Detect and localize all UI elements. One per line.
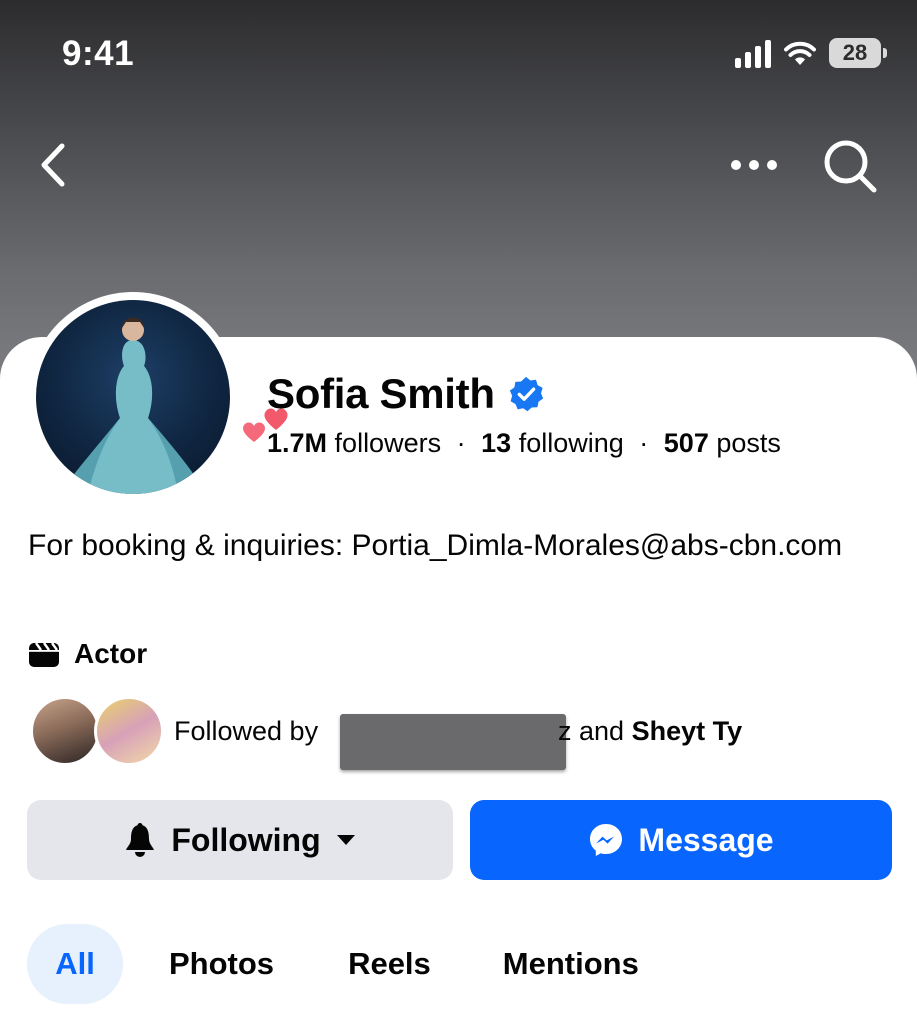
wifi-icon (784, 41, 816, 65)
chevron-left-icon[interactable] (34, 140, 74, 190)
followers-count[interactable]: 1.7M (267, 428, 327, 458)
battery-icon: 28 (829, 38, 887, 68)
more-dots-icon[interactable] (726, 145, 782, 185)
profile-name: Sofia Smith (267, 370, 495, 417)
followed-by-and: z and (558, 716, 625, 746)
tab-photos[interactable]: Photos (169, 946, 274, 982)
mutual-follower-avatar[interactable] (30, 696, 100, 766)
profile-avatar[interactable] (36, 300, 230, 494)
redacted-name-block (340, 714, 566, 770)
profile-stats: 1.7M followers · 13 following · 507 post… (267, 428, 781, 459)
caret-down-icon (336, 835, 355, 845)
status-indicators: 28 (735, 38, 887, 68)
stats-separator: · (639, 428, 649, 458)
profile-screen: 9:41 28 Sofia Smith 1.7M followers · 13 … (0, 0, 917, 1024)
profile-tabs: All Photos Reels Mentions (27, 924, 639, 1004)
avatar-figure-icon (60, 317, 206, 494)
following-button[interactable]: Following (27, 800, 453, 880)
message-button-label: Message (638, 821, 774, 858)
tab-all[interactable]: All (27, 924, 123, 1004)
mutual-followers-row[interactable]: Followed by z and Sheyt Ty (30, 696, 890, 770)
clapperboard-icon (29, 642, 59, 667)
following-count[interactable]: 13 (481, 428, 511, 458)
followed-by-tail: z and Sheyt Ty (558, 716, 742, 747)
cellular-signal-icon (735, 38, 771, 68)
battery-level: 28 (842, 40, 868, 65)
posts-count: 507 (663, 428, 709, 458)
profile-bio: For booking & inquiries: Portia_Dimla-Mo… (28, 529, 843, 562)
mutual-follower-avatar[interactable] (94, 696, 164, 766)
messenger-icon (590, 824, 623, 856)
stats-separator: · (456, 428, 466, 458)
followed-by-label: Followed by (174, 716, 319, 746)
posts-label: posts (716, 428, 781, 458)
mutual-follower-name[interactable]: Sheyt Ty (632, 716, 743, 746)
followers-label[interactable]: followers (335, 428, 442, 458)
tab-reels[interactable]: Reels (348, 946, 431, 982)
tab-mentions[interactable]: Mentions (503, 946, 639, 982)
category-label: Actor (74, 638, 148, 669)
verified-badge-icon (509, 376, 543, 412)
profile-name-row: Sofia Smith (267, 370, 545, 418)
status-time: 9:41 (62, 34, 135, 73)
category-row: Actor (28, 638, 147, 670)
following-button-label: Following (171, 821, 321, 858)
following-label[interactable]: following (519, 428, 624, 458)
search-icon[interactable] (820, 136, 880, 196)
message-button[interactable]: Message (470, 800, 892, 880)
bell-icon (126, 823, 155, 857)
